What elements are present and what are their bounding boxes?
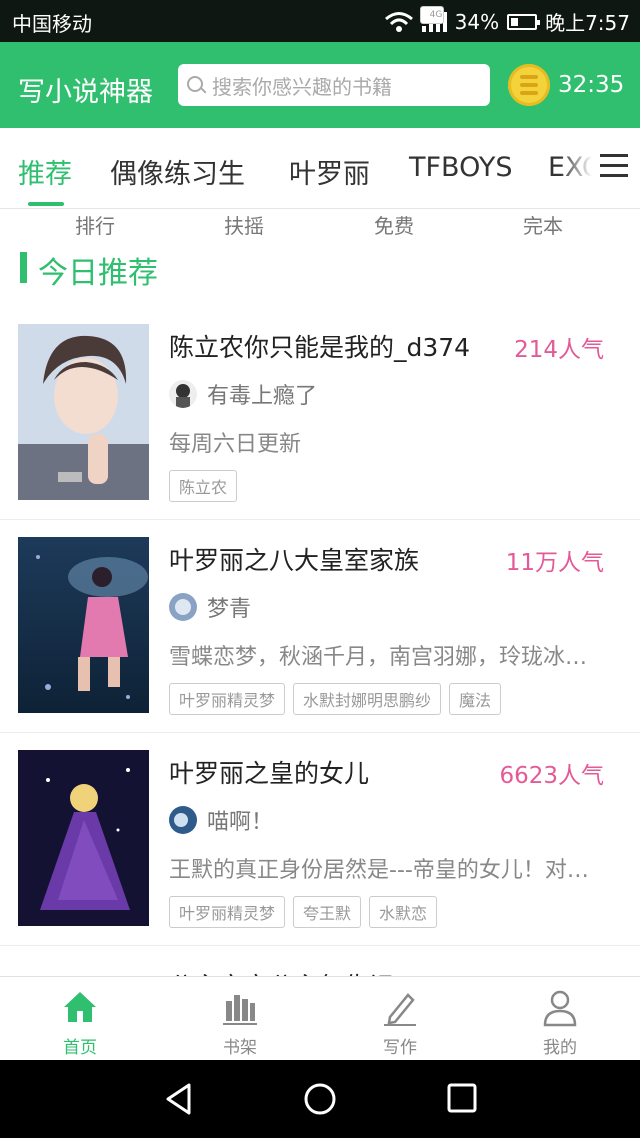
book-cover[interactable] <box>18 324 149 500</box>
nav-bookshelf[interactable]: 书架 <box>160 977 320 1061</box>
coin-timer-icon[interactable] <box>508 64 550 106</box>
book-popularity: 11万人气 <box>505 550 604 576</box>
book-item[interactable]: 叶罗丽之皇的女儿 6623人气 喵啊！ 王默的真正身份居然是---帝皇的女儿！对… <box>0 732 640 946</box>
back-icon[interactable] <box>163 1082 195 1116</box>
book-tag[interactable]: 夸王默 <box>293 896 362 928</box>
profile-icon <box>543 990 577 1027</box>
nav-write[interactable]: 写作 <box>320 977 480 1061</box>
category-tabs: 推荐 偶像练习生 叶罗丽 TFBOYS EXO <box>0 128 640 209</box>
home-icon <box>64 992 96 1022</box>
bottom-nav: 首页 书架 写作 我的 <box>0 976 640 1061</box>
reading-timer: 32:35 <box>558 72 625 98</box>
nav-home-label: 首页 <box>63 1038 97 1058</box>
book-author: 有毒上瘾了 <box>169 378 317 410</box>
book-title[interactable]: 叶罗丽之八大皇室家族 <box>169 541 419 577</box>
author-avatar <box>169 593 197 621</box>
book-item[interactable]: 叶罗丽之八大皇室家族 11万人气 梦青 雪蝶恋梦，秋涵千月，南宫羽娜，玲珑冰静，… <box>0 519 640 733</box>
section-title: 今日推荐 <box>38 256 158 291</box>
wifi-icon <box>384 11 413 32</box>
book-cover[interactable] <box>18 750 149 926</box>
book-title[interactable]: 叶罗丽之皇的女儿 <box>169 754 369 790</box>
status-bar: 中国移动 4G 34% 晚上7:57 <box>0 0 640 42</box>
app-header: 写小说神器 搜索你感兴趣的书籍 32:35 <box>0 42 640 128</box>
bookshelf-icon <box>223 995 257 1025</box>
system-nav-bar <box>0 1060 640 1138</box>
subtab-fuyao[interactable]: 扶摇 <box>224 210 264 239</box>
nav-write-label: 写作 <box>383 1038 417 1058</box>
book-tags: 陈立农 <box>169 470 238 502</box>
nav-profile-label: 我的 <box>543 1038 577 1058</box>
tab-yeloli[interactable]: 叶罗丽 <box>289 152 370 191</box>
book-tags: 叶罗丽精灵梦 水默封娜明思鹏纱 魔法 <box>169 683 502 715</box>
tab-idol-producer[interactable]: 偶像练习生 <box>110 152 245 191</box>
book-item[interactable]: 陈立农你只能是我的_d374 214人气 有毒上瘾了 每周六日更新 陈立农 <box>0 306 640 520</box>
author-avatar <box>169 806 197 834</box>
app-title: 写小说神器 <box>18 77 153 108</box>
book-popularity: 6623人气 <box>499 763 604 789</box>
tab-tfboys[interactable]: TFBOYS <box>409 152 512 183</box>
book-tags: 叶罗丽精灵梦 夸王默 水默恋 <box>169 896 438 928</box>
battery-percent: 34% <box>454 9 500 34</box>
clock: 晚上7:57 <box>545 11 630 35</box>
book-tag[interactable]: 叶罗丽精灵梦 <box>169 683 286 715</box>
network-type: 4G <box>419 5 444 24</box>
book-author: 梦青 <box>169 591 251 623</box>
book-author: 喵啊！ <box>169 804 273 836</box>
carrier-name: 中国移动 <box>12 12 92 36</box>
recents-icon[interactable] <box>447 1083 477 1113</box>
active-tab-indicator <box>28 202 64 206</box>
signal-icon: 4G <box>419 5 447 32</box>
book-description: 雪蝶恋梦，秋涵千月，南宫羽娜，玲珑冰静，... <box>169 645 609 670</box>
nav-home[interactable]: 首页 <box>0 977 160 1061</box>
author-name: 喵啊！ <box>207 810 274 835</box>
home-circle-icon[interactable] <box>303 1082 337 1116</box>
author-name: 有毒上瘾了 <box>207 384 318 409</box>
author-avatar <box>169 380 197 408</box>
search-icon <box>186 75 206 95</box>
section-title-bar <box>20 252 27 283</box>
book-description: 王默的真正身份居然是---帝皇的女儿！对于... <box>169 858 609 883</box>
search-placeholder: 搜索你感兴趣的书籍 <box>212 74 392 99</box>
menu-icon[interactable] <box>600 154 628 178</box>
book-tag[interactable]: 叶罗丽精灵梦 <box>169 896 286 928</box>
subtab-completed[interactable]: 完本 <box>523 210 563 239</box>
nav-bookshelf-label: 书架 <box>223 1038 257 1058</box>
book-tag[interactable]: 魔法 <box>449 683 502 715</box>
book-tag[interactable]: 水默恋 <box>369 896 438 928</box>
subtab-free[interactable]: 免费 <box>374 210 414 239</box>
tab-recommend[interactable]: 推荐 <box>18 152 72 191</box>
book-description: 每周六日更新 <box>169 432 302 457</box>
search-input[interactable]: 搜索你感兴趣的书籍 <box>178 64 490 106</box>
battery-icon <box>507 13 541 30</box>
book-tag[interactable]: 水默封娜明思鹏纱 <box>293 683 442 715</box>
book-tag[interactable]: 陈立农 <box>169 470 238 502</box>
author-name: 梦青 <box>207 597 252 622</box>
pencil-icon <box>384 993 416 1026</box>
book-popularity: 214人气 <box>514 337 604 363</box>
subtab-ranking[interactable]: 排行 <box>75 210 115 239</box>
book-title[interactable]: 陈立农你只能是我的_d374 <box>169 328 470 364</box>
nav-profile[interactable]: 我的 <box>480 977 640 1061</box>
book-cover[interactable] <box>18 537 149 713</box>
